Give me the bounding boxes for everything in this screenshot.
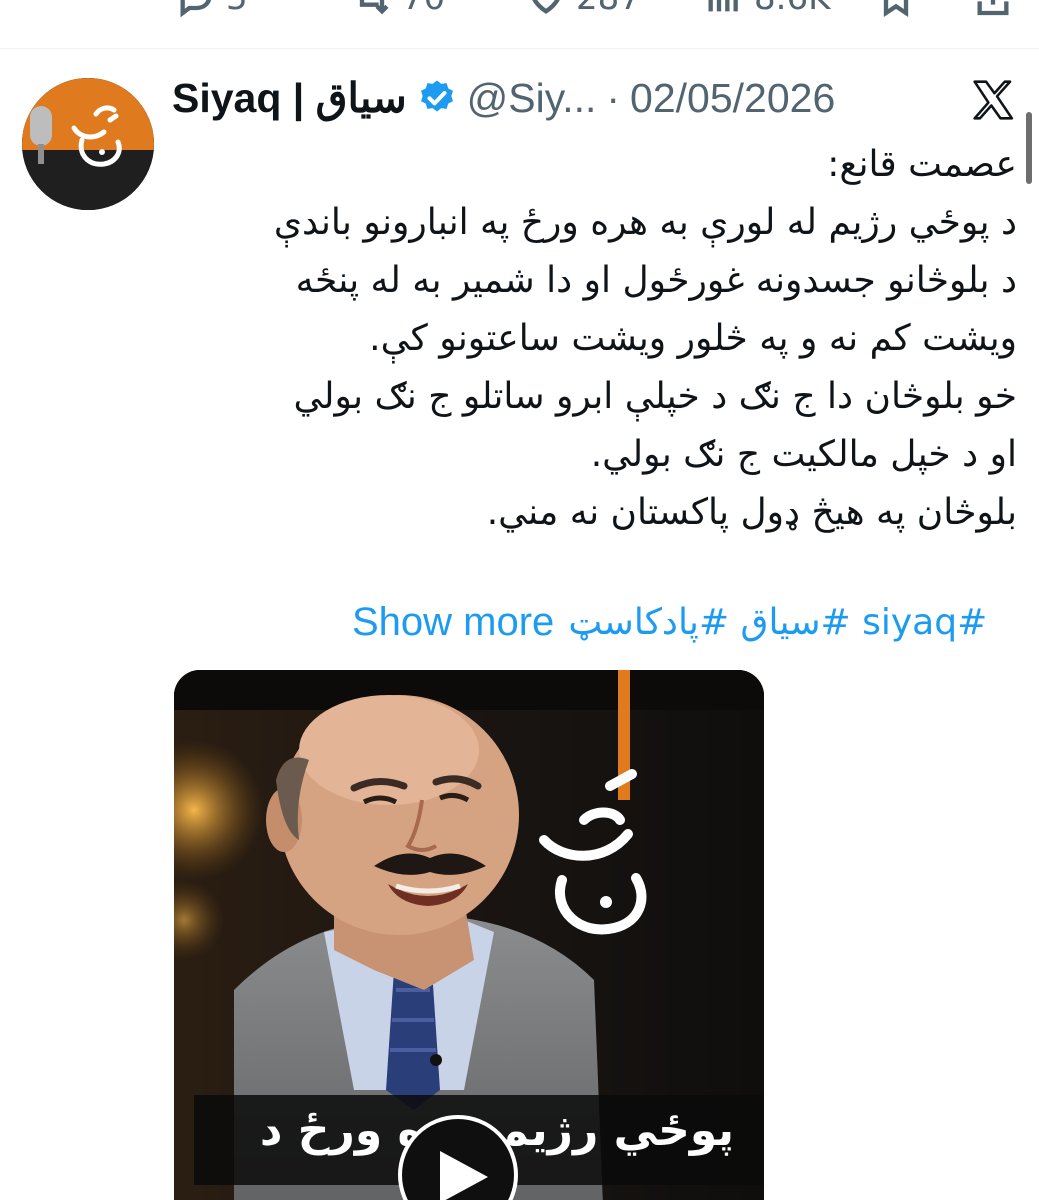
reply-icon bbox=[180, 0, 211, 18]
tweet-line: او د خپل مالکیت ج نګ بولي. bbox=[590, 434, 1017, 475]
x-logo-icon[interactable] bbox=[970, 78, 1016, 122]
scrollbar[interactable] bbox=[1026, 112, 1032, 184]
views-icon bbox=[708, 0, 738, 12]
user-handle[interactable]: @Siy... bbox=[467, 75, 597, 122]
bookmark-icon bbox=[883, 0, 909, 18]
like-count: 287 bbox=[576, 0, 641, 18]
tweet-date[interactable]: 02/05/2026 bbox=[630, 75, 835, 122]
tweet-line: د پوځي رژیم له لورې به هره ورځ په انبارو… bbox=[273, 202, 1017, 243]
like-button[interactable]: 287 bbox=[526, 0, 641, 18]
tweet-line: عصمت قانع: bbox=[827, 144, 1017, 185]
repost-button[interactable]: 70 bbox=[352, 0, 445, 18]
reply-button[interactable]: 5 bbox=[176, 0, 248, 18]
share-icon bbox=[977, 0, 1009, 16]
display-name[interactable]: Siyaq | سیاق bbox=[172, 74, 407, 122]
tweet-line: خو بلوڅان دا ج نګ د خپلې ابرو ساتلو ج نګ… bbox=[293, 376, 1017, 417]
tweet-divider bbox=[0, 48, 1039, 49]
show-more-link[interactable]: Show more bbox=[352, 600, 554, 645]
verified-badge-icon bbox=[420, 80, 453, 112]
header-separator: · bbox=[606, 74, 621, 121]
views-button[interactable]: 8.6K bbox=[704, 0, 830, 18]
show-more-line: Show more #siyaq #سیاق #پادکاسټ bbox=[352, 594, 987, 650]
tweet-body: عصمت قانع: د پوځي رژیم له لورې به هره ور… bbox=[157, 136, 1017, 542]
like-icon bbox=[532, 0, 560, 14]
tweet-page: 5 70 287 8.6K bbox=[0, 0, 1039, 1200]
repost-icon bbox=[359, 0, 389, 15]
tweet-line: د بلوڅانو جسدونه غورځول او دا شمیر به له… bbox=[295, 260, 1017, 301]
hashtags[interactable]: #siyaq #سیاق #پادکاسټ bbox=[568, 602, 987, 643]
tweet-line: ویشت کم نه و په څلور ویشت ساعتونو کې. bbox=[369, 318, 1017, 359]
play-icon bbox=[440, 1151, 488, 1200]
views-count: 8.6K bbox=[754, 0, 830, 18]
bookmark-button[interactable] bbox=[876, 0, 916, 18]
tweet-header: Siyaq | سیاق @Siy... · 02/05/2026 bbox=[172, 70, 835, 126]
reply-count: 5 bbox=[226, 0, 248, 18]
share-button[interactable] bbox=[973, 0, 1013, 18]
repost-count: 70 bbox=[402, 0, 445, 18]
video-thumbnail[interactable]: پوځي رژیم هره ورځ د bbox=[174, 670, 764, 1200]
siyaq-logo-avatar bbox=[22, 78, 154, 210]
avatar[interactable] bbox=[22, 78, 154, 210]
tweet-line: بلوڅان په هیڅ ډول پاکستان نه مني. bbox=[486, 492, 1017, 533]
previous-tweet-action-bar: 5 70 287 8.6K bbox=[0, 0, 1039, 24]
